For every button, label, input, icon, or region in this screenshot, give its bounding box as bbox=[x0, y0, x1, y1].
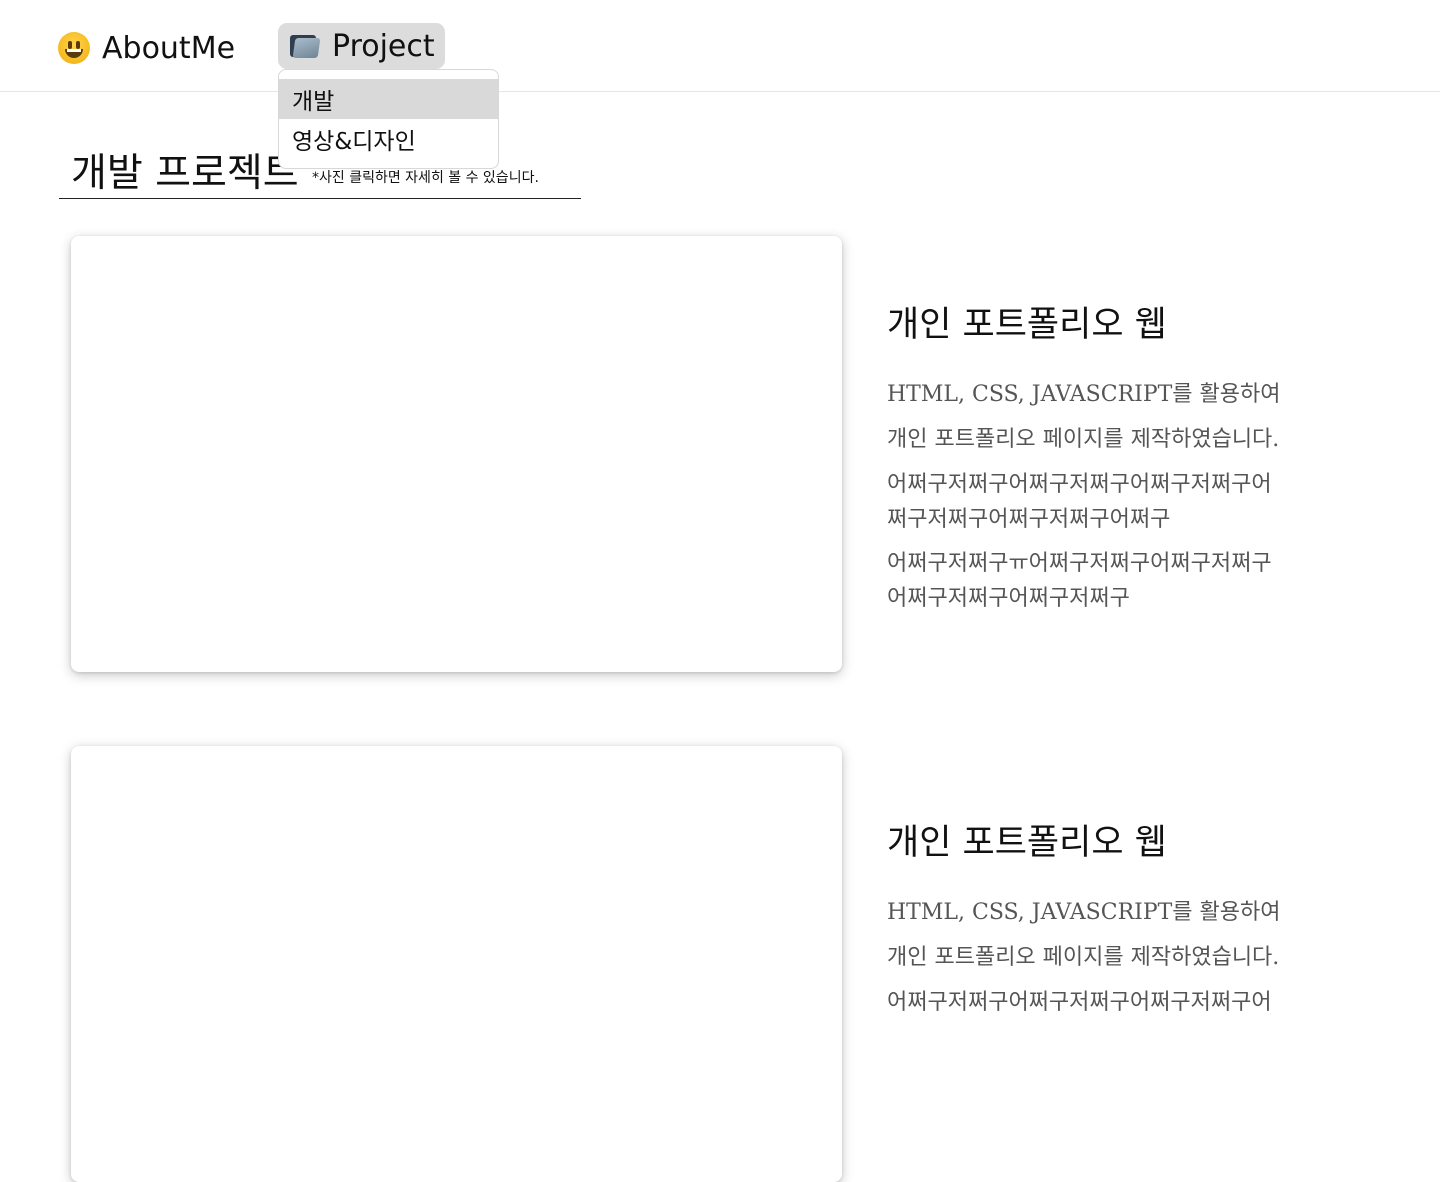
top-navigation-bar: AboutMe Project bbox=[0, 0, 1440, 92]
project-desc-line: HTML, CSS, JAVASCRIPT를 활용하여 bbox=[887, 382, 1281, 407]
project-description: 개인 포트폴리오 웹 HTML, CSS, JAVASCRIPT를 활용하여 개… bbox=[887, 814, 1387, 1020]
section-note: *사진 클릭하면 자세히 볼 수 있습니다. bbox=[312, 170, 539, 186]
nav-aboutme-label: AboutMe bbox=[102, 30, 236, 66]
project-desc-line: 어쩌구저쩌구어쩌구저쩌구어쩌구저쩌구어 bbox=[887, 472, 1272, 497]
project-image-card[interactable] bbox=[71, 746, 842, 1182]
project-desc-line: 어쩌구저쩌구어쩌구저쩌구 bbox=[887, 586, 1130, 611]
project-title: 개인 포트폴리오 웹 bbox=[887, 305, 1167, 345]
project-description: 개인 포트폴리오 웹 HTML, CSS, JAVASCRIPT를 활용하여 개… bbox=[887, 296, 1387, 616]
nav-project-label: Project bbox=[332, 28, 435, 64]
nav-project-button[interactable]: Project bbox=[278, 23, 445, 69]
section-title: 개발 프로젝트 bbox=[71, 151, 299, 196]
project-desc-line: 어쩌구저쩌구어쩌구저쩌구어쩌구저쩌구어 bbox=[887, 990, 1272, 1015]
project-title: 개인 포트폴리오 웹 bbox=[887, 823, 1167, 863]
project-image-card[interactable] bbox=[71, 236, 842, 672]
project-desc-line: 개인 포트폴리오 페이지를 제작하였습니다. bbox=[887, 945, 1280, 970]
folder-icon bbox=[290, 33, 321, 59]
dropdown-item-video-design[interactable]: 영상&디자인 bbox=[279, 119, 498, 159]
project-dropdown-menu: 개발 영상&디자인 bbox=[278, 69, 499, 169]
project-desc-line: 쩌구저쩌구어쩌구저쩌구어쩌구 bbox=[887, 507, 1171, 532]
grinning-face-icon bbox=[58, 32, 90, 64]
project-desc-line: HTML, CSS, JAVASCRIPT를 활용하여 bbox=[887, 900, 1281, 925]
dropdown-item-development[interactable]: 개발 bbox=[279, 79, 498, 119]
nav-aboutme-link[interactable]: AboutMe bbox=[58, 25, 235, 71]
project-desc-line: 어쩌구저쩌구ㅠ어쩌구저쩌구어쩌구저쩌구 bbox=[887, 551, 1272, 576]
project-desc-line: 개인 포트폴리오 페이지를 제작하였습니다. bbox=[887, 427, 1280, 452]
